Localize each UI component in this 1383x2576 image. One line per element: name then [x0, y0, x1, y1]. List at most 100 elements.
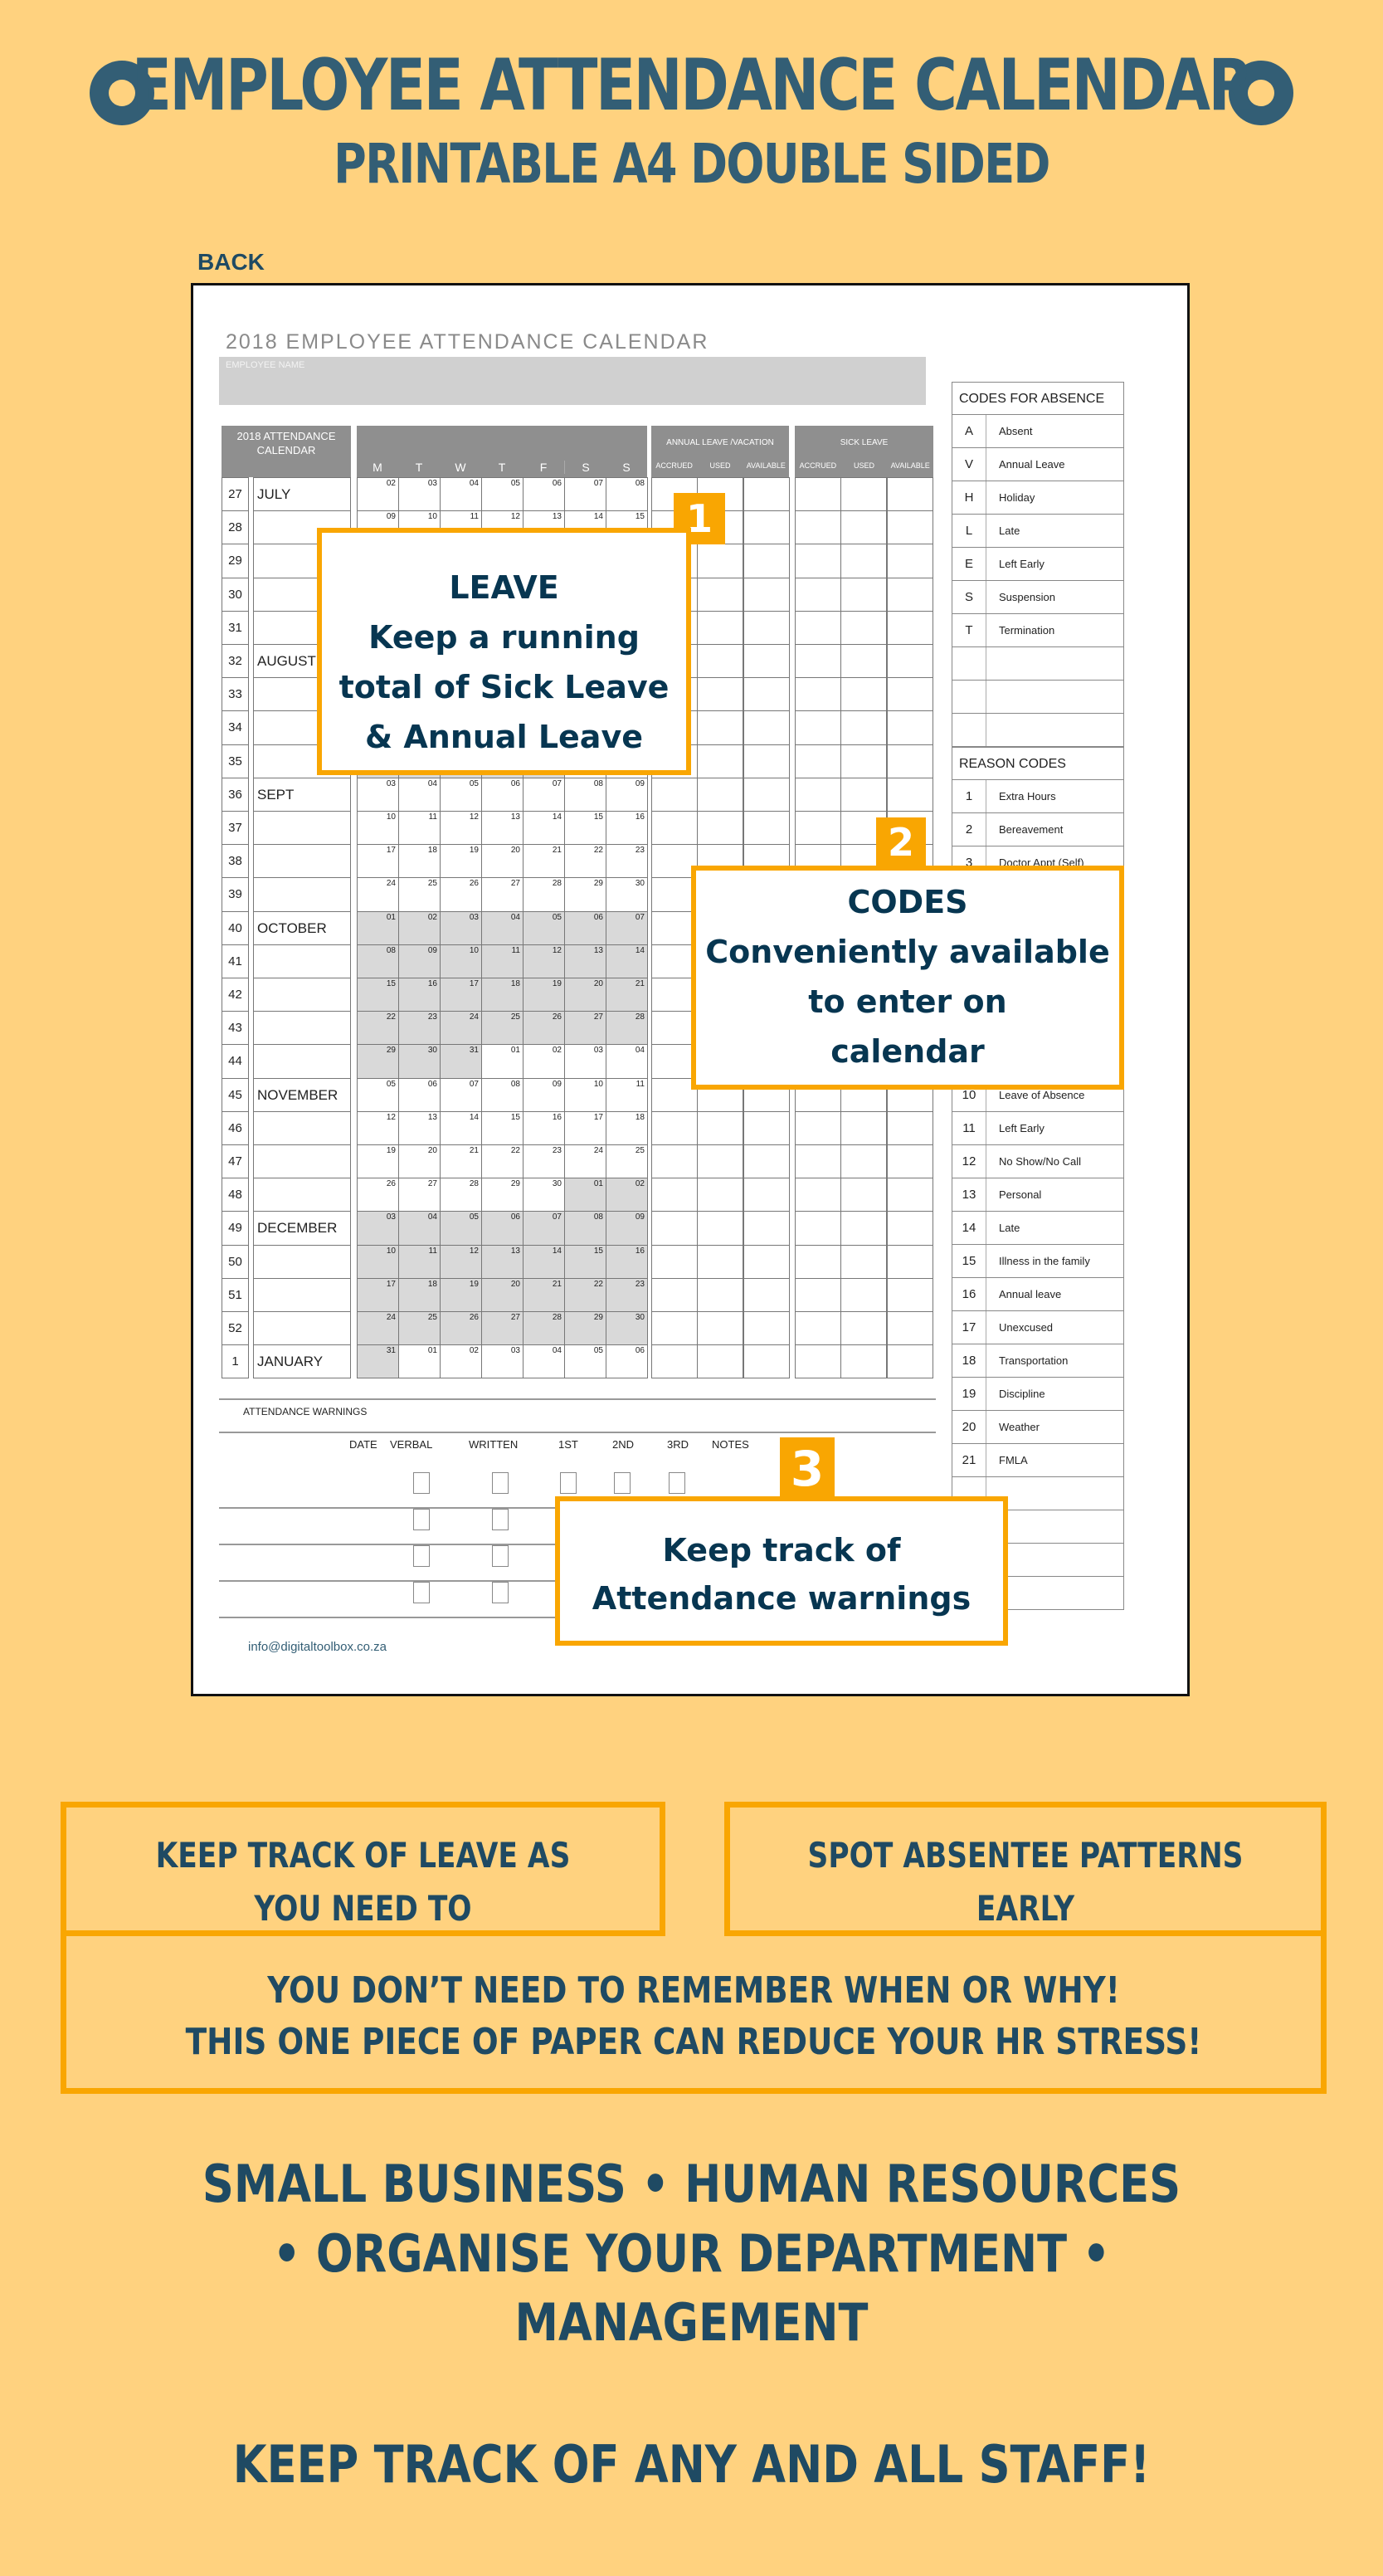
day-cell[interactable]: 29	[564, 1311, 606, 1346]
sick-leave-cell[interactable]	[887, 644, 933, 679]
sick-leave-cell[interactable]	[840, 1244, 887, 1279]
day-cell[interactable]: 15	[564, 1244, 606, 1279]
day-cell[interactable]: 13	[481, 811, 523, 846]
sick-leave-cell[interactable]	[887, 1144, 933, 1179]
sick-leave-cell[interactable]	[887, 710, 933, 745]
sick-leave-cell[interactable]	[887, 744, 933, 778]
day-cell[interactable]: 26	[440, 877, 482, 912]
day-cell[interactable]: 22	[357, 1011, 399, 1046]
annual-leave-cell[interactable]	[743, 510, 790, 545]
day-cell[interactable]: 07	[523, 1211, 565, 1246]
annual-leave-cell[interactable]	[743, 1178, 790, 1212]
sick-leave-cell[interactable]	[840, 1311, 887, 1346]
day-cell[interactable]: 01	[481, 1044, 523, 1079]
day-cell[interactable]: 29	[357, 1044, 399, 1079]
day-cell[interactable]: 28	[523, 877, 565, 912]
sick-leave-cell[interactable]	[840, 777, 887, 812]
annual-leave-cell[interactable]	[743, 777, 790, 812]
annual-leave-cell[interactable]	[743, 577, 790, 612]
warning-checkbox[interactable]	[614, 1472, 631, 1494]
day-cell[interactable]: 19	[440, 1277, 482, 1312]
sick-leave-cell[interactable]	[840, 610, 887, 645]
annual-leave-cell[interactable]	[651, 1244, 698, 1279]
day-cell[interactable]: 25	[398, 877, 441, 912]
sick-leave-cell[interactable]	[795, 577, 841, 612]
day-cell[interactable]: 21	[606, 978, 648, 1012]
day-cell[interactable]: 11	[398, 1244, 441, 1279]
day-cell[interactable]: 04	[398, 1211, 441, 1246]
employee-name-field[interactable]: EMPLOYEE NAME	[219, 357, 926, 405]
day-cell[interactable]: 07	[564, 477, 606, 512]
warning-checkbox[interactable]	[560, 1472, 577, 1494]
annual-leave-cell[interactable]	[651, 1110, 698, 1145]
annual-leave-cell[interactable]	[743, 544, 790, 578]
day-cell[interactable]: 27	[481, 877, 523, 912]
annual-leave-cell[interactable]	[743, 1244, 790, 1279]
day-cell[interactable]: 16	[398, 978, 441, 1012]
sick-leave-cell[interactable]	[887, 1311, 933, 1346]
day-cell[interactable]: 27	[398, 1178, 441, 1212]
warning-checkbox[interactable]	[492, 1509, 509, 1530]
day-cell[interactable]: 16	[523, 1110, 565, 1145]
sick-leave-cell[interactable]	[887, 1277, 933, 1312]
warning-checkbox[interactable]	[413, 1545, 430, 1567]
day-cell[interactable]: 17	[357, 844, 399, 879]
day-cell[interactable]: 27	[564, 1011, 606, 1046]
day-cell[interactable]: 09	[398, 944, 441, 978]
day-cell[interactable]: 15	[481, 1110, 523, 1145]
day-cell[interactable]: 13	[481, 1244, 523, 1279]
sick-leave-cell[interactable]	[887, 1211, 933, 1246]
day-cell[interactable]: 18	[481, 978, 523, 1012]
day-cell[interactable]: 30	[523, 1178, 565, 1212]
day-cell[interactable]: 02	[606, 1178, 648, 1212]
day-cell[interactable]: 14	[440, 1110, 482, 1145]
day-cell[interactable]: 22	[481, 1144, 523, 1179]
day-cell[interactable]: 09	[606, 1211, 648, 1246]
sick-leave-cell[interactable]	[795, 610, 841, 645]
sick-leave-cell[interactable]	[840, 1144, 887, 1179]
annual-leave-cell[interactable]	[743, 1211, 790, 1246]
day-cell[interactable]: 05	[357, 1077, 399, 1112]
day-cell[interactable]: 23	[606, 1277, 648, 1312]
sick-leave-cell[interactable]	[795, 1344, 841, 1379]
sick-leave-cell[interactable]	[887, 777, 933, 812]
annual-leave-cell[interactable]	[697, 1244, 743, 1279]
day-cell[interactable]: 05	[440, 1211, 482, 1246]
annual-leave-cell[interactable]	[743, 1311, 790, 1346]
day-cell[interactable]: 12	[440, 811, 482, 846]
day-cell[interactable]: 17	[357, 1277, 399, 1312]
day-cell[interactable]: 04	[440, 477, 482, 512]
day-cell[interactable]: 08	[564, 777, 606, 812]
sick-leave-cell[interactable]	[795, 1244, 841, 1279]
sick-leave-cell[interactable]	[887, 610, 933, 645]
day-cell[interactable]: 04	[398, 777, 441, 812]
annual-leave-cell[interactable]	[697, 1211, 743, 1246]
annual-leave-cell[interactable]	[743, 1144, 790, 1179]
day-cell[interactable]: 26	[357, 1178, 399, 1212]
sick-leave-cell[interactable]	[840, 577, 887, 612]
day-cell[interactable]: 20	[398, 1144, 441, 1179]
sick-leave-cell[interactable]	[795, 1178, 841, 1212]
day-cell[interactable]: 27	[481, 1311, 523, 1346]
sick-leave-cell[interactable]	[840, 1178, 887, 1212]
day-cell[interactable]: 02	[357, 477, 399, 512]
sick-leave-cell[interactable]	[795, 1144, 841, 1179]
sick-leave-cell[interactable]	[887, 510, 933, 545]
day-cell[interactable]: 10	[357, 811, 399, 846]
day-cell[interactable]: 04	[523, 1344, 565, 1379]
day-cell[interactable]: 12	[523, 944, 565, 978]
sick-leave-cell[interactable]	[887, 577, 933, 612]
day-cell[interactable]: 22	[564, 844, 606, 879]
day-cell[interactable]: 11	[606, 1077, 648, 1112]
day-cell[interactable]: 24	[564, 1144, 606, 1179]
day-cell[interactable]: 25	[481, 1011, 523, 1046]
day-cell[interactable]: 24	[440, 1011, 482, 1046]
day-cell[interactable]: 11	[481, 944, 523, 978]
sick-leave-cell[interactable]	[840, 644, 887, 679]
day-cell[interactable]: 03	[357, 1211, 399, 1246]
sick-leave-cell[interactable]	[795, 1211, 841, 1246]
sick-leave-cell[interactable]	[840, 744, 887, 778]
annual-leave-cell[interactable]	[697, 577, 743, 612]
annual-leave-cell[interactable]	[743, 477, 790, 512]
annual-leave-cell[interactable]	[651, 811, 698, 846]
